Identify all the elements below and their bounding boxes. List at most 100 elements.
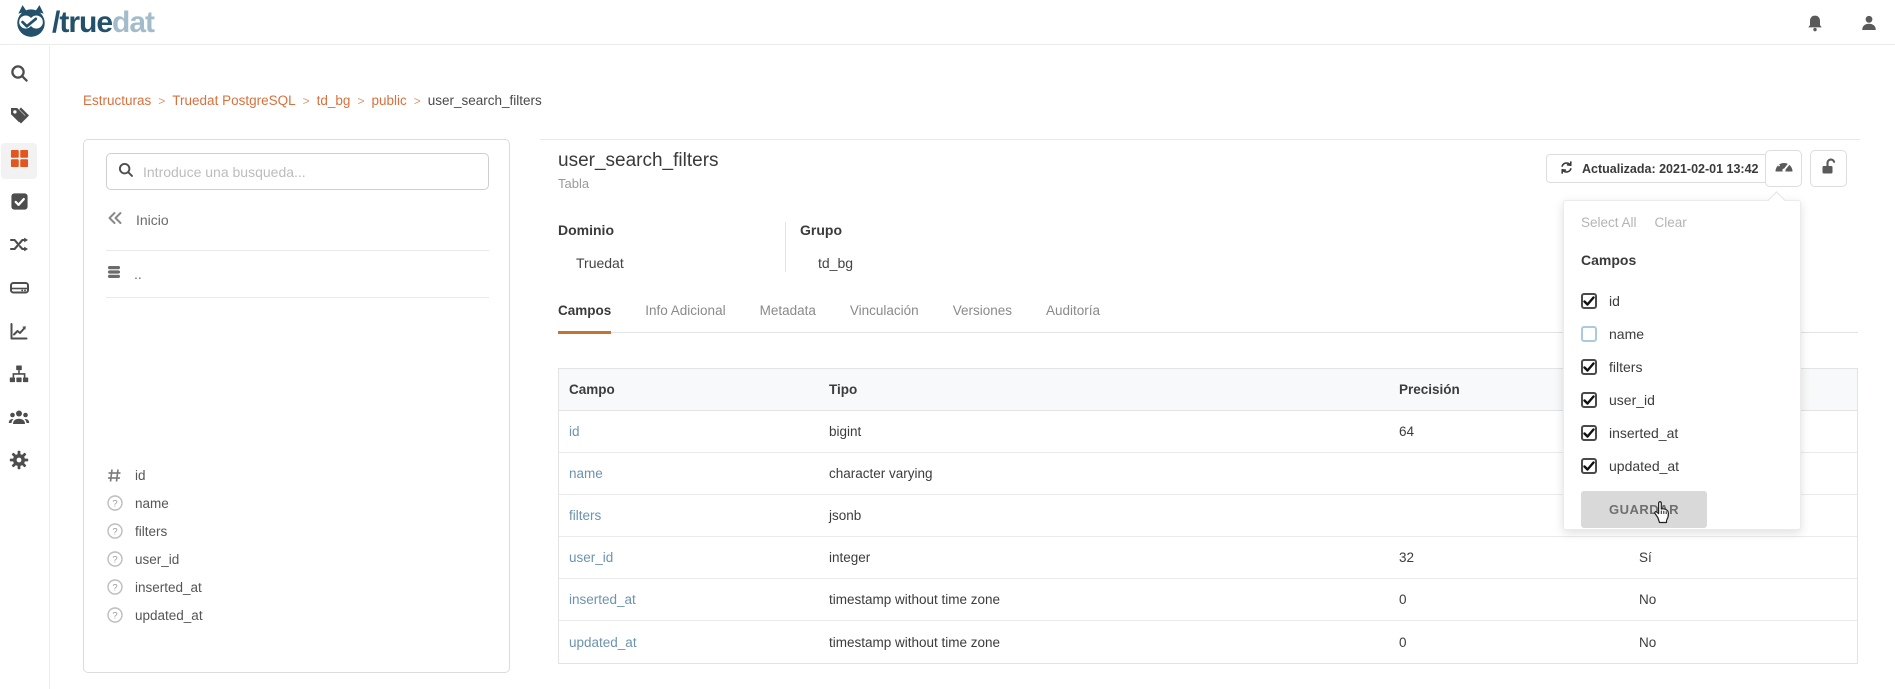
user-icon[interactable] [1857,11,1881,35]
dropdown-option-inserted_at[interactable]: inserted_at [1581,416,1800,449]
field-label: id [135,468,146,483]
sidebar-item-lineage[interactable] [1,229,37,265]
drive-icon [9,277,30,303]
field-link[interactable]: updated_at [559,635,819,650]
sidebar-item-sources[interactable] [1,272,37,308]
field-link[interactable]: inserted_at [559,592,819,607]
table-row: updated_attimestamp without time zone0No [559,621,1857,663]
field-link[interactable]: name [559,466,819,481]
search-input[interactable] [143,164,478,180]
dropdown-options: id name filters user_id inserted_atupdated_a… [1581,284,1800,482]
database-icon [106,264,122,283]
tab-campos[interactable]: Campos [558,297,611,334]
tab-versiones[interactable]: Versiones [953,297,1012,332]
gear-icon [9,450,29,475]
breadcrumb-link[interactable]: Estructuras [83,93,151,108]
dropdown-option-id[interactable]: id [1581,284,1800,317]
sidebar-item-dashboards[interactable] [1,315,37,351]
clear-link[interactable]: Clear [1655,215,1687,230]
structure-type-label: Tabla [558,176,589,191]
dropdown-option-filters[interactable]: filters [1581,350,1800,383]
breadcrumb-link[interactable]: public [371,93,406,108]
question-circle-icon: ? [106,495,123,511]
gauge-icon [1773,156,1795,181]
field-selector-button[interactable] [1765,150,1802,187]
tab-auditoría[interactable]: Auditoría [1046,297,1100,332]
field-label: updated_at [135,608,203,623]
breadcrumb: Estructuras > Truedat PostgreSQL > td_bg > pub… [83,93,542,108]
table-row: inserted_attimestamp without time zone0N… [559,579,1857,621]
sidebar-item-taxonomy[interactable] [1,358,37,394]
sidebar-item-structures[interactable] [1,143,37,179]
parent-schema-item[interactable]: .. [106,264,142,283]
back-home-label: Inicio [136,212,169,228]
checkbox-checked[interactable] [1581,359,1597,375]
chart-icon [9,321,29,346]
back-home-item[interactable]: Inicio [106,209,169,230]
tab-info-adicional[interactable]: Info Adicional [645,297,725,332]
svg-text:?: ? [112,498,117,509]
table-cell: 32 [1389,550,1629,565]
option-label: name [1609,326,1644,342]
sidebar-item-settings[interactable] [1,444,37,480]
breadcrumb-link[interactable]: Truedat PostgreSQL [172,93,295,108]
structure-navigator-panel: Inicio .. id? name ?filters?user_id? insert… [83,139,510,673]
sidebar-item-quality[interactable] [1,186,37,222]
field-label: inserted_at [135,580,202,595]
option-label: user_id [1609,392,1655,408]
select-all-link[interactable]: Select All [1581,215,1637,230]
question-circle-icon: ? [106,579,123,595]
field-label: name [135,496,169,511]
dropdown-option-updated_at[interactable]: updated_at [1581,449,1800,482]
users-icon [8,407,30,432]
option-label: id [1609,293,1620,309]
search-box [106,153,489,190]
unlock-icon-button[interactable] [1810,150,1847,187]
field-list-item-user_id[interactable]: ?user_id [106,545,203,573]
sidebar-item-tags[interactable] [1,100,37,136]
field-link[interactable]: id [559,424,819,439]
svg-text:?: ? [112,610,117,621]
field-link[interactable]: user_id [559,550,819,565]
group-label: Grupo [800,222,853,238]
dropdown-option-name[interactable]: name [1581,317,1800,350]
checkbox-checked[interactable] [1581,425,1597,441]
hash-icon [106,468,123,483]
tab-metadata[interactable]: Metadata [760,297,816,332]
field-list-item-updated_at[interactable]: ? updated_at [106,601,203,629]
question-circle-icon: ? [106,523,123,539]
table-cell: character varying [819,466,1389,481]
breadcrumb-link[interactable]: td_bg [317,93,351,108]
bell-icon[interactable] [1803,11,1827,35]
app-root: /truedat Estructuras > Truedat PostgreSQL >… [0,0,1895,689]
domain-value: Truedat [558,255,624,271]
dropdown-title: Campos [1581,252,1800,268]
field-list-item-inserted_at[interactable]: ? inserted_at [106,573,203,601]
checkbox-checked[interactable] [1581,458,1597,474]
field-list-item-id[interactable]: id [106,461,203,489]
field-selector-dropdown: Select All Clear Campos id name filters use… [1563,200,1801,530]
sidebar-item-users[interactable] [1,401,37,437]
updated-label: Actualizada: 2021-02-01 13:42 [1582,162,1758,176]
svg-text:?: ? [112,582,117,593]
checkbox-checked[interactable] [1581,392,1597,408]
breadcrumb-separator: > [414,94,421,108]
save-button[interactable]: GUARDAR [1581,491,1707,528]
checkbox-unchecked[interactable] [1581,326,1597,342]
breadcrumb-separator: > [357,94,364,108]
logo-text: /truedat [52,8,154,38]
refresh-updated-button[interactable]: Actualizada: 2021-02-01 13:42 [1546,154,1771,183]
field-list-item-name[interactable]: ? name [106,489,203,517]
sidebar-item-search[interactable] [1,57,37,93]
option-label: filters [1609,359,1642,375]
breadcrumb-separator: > [158,94,165,108]
unlock-icon [1819,157,1839,180]
field-link[interactable]: filters [559,508,819,523]
checkbox-checked[interactable] [1581,293,1597,309]
field-list-item-filters[interactable]: ?filters [106,517,203,545]
truedat-logo[interactable]: /truedat [12,3,154,43]
table-cell: 0 [1389,635,1629,650]
owl-logo-icon [12,2,50,45]
dropdown-option-user_id[interactable]: user_id [1581,383,1800,416]
tab-vinculación[interactable]: Vinculación [850,297,919,332]
